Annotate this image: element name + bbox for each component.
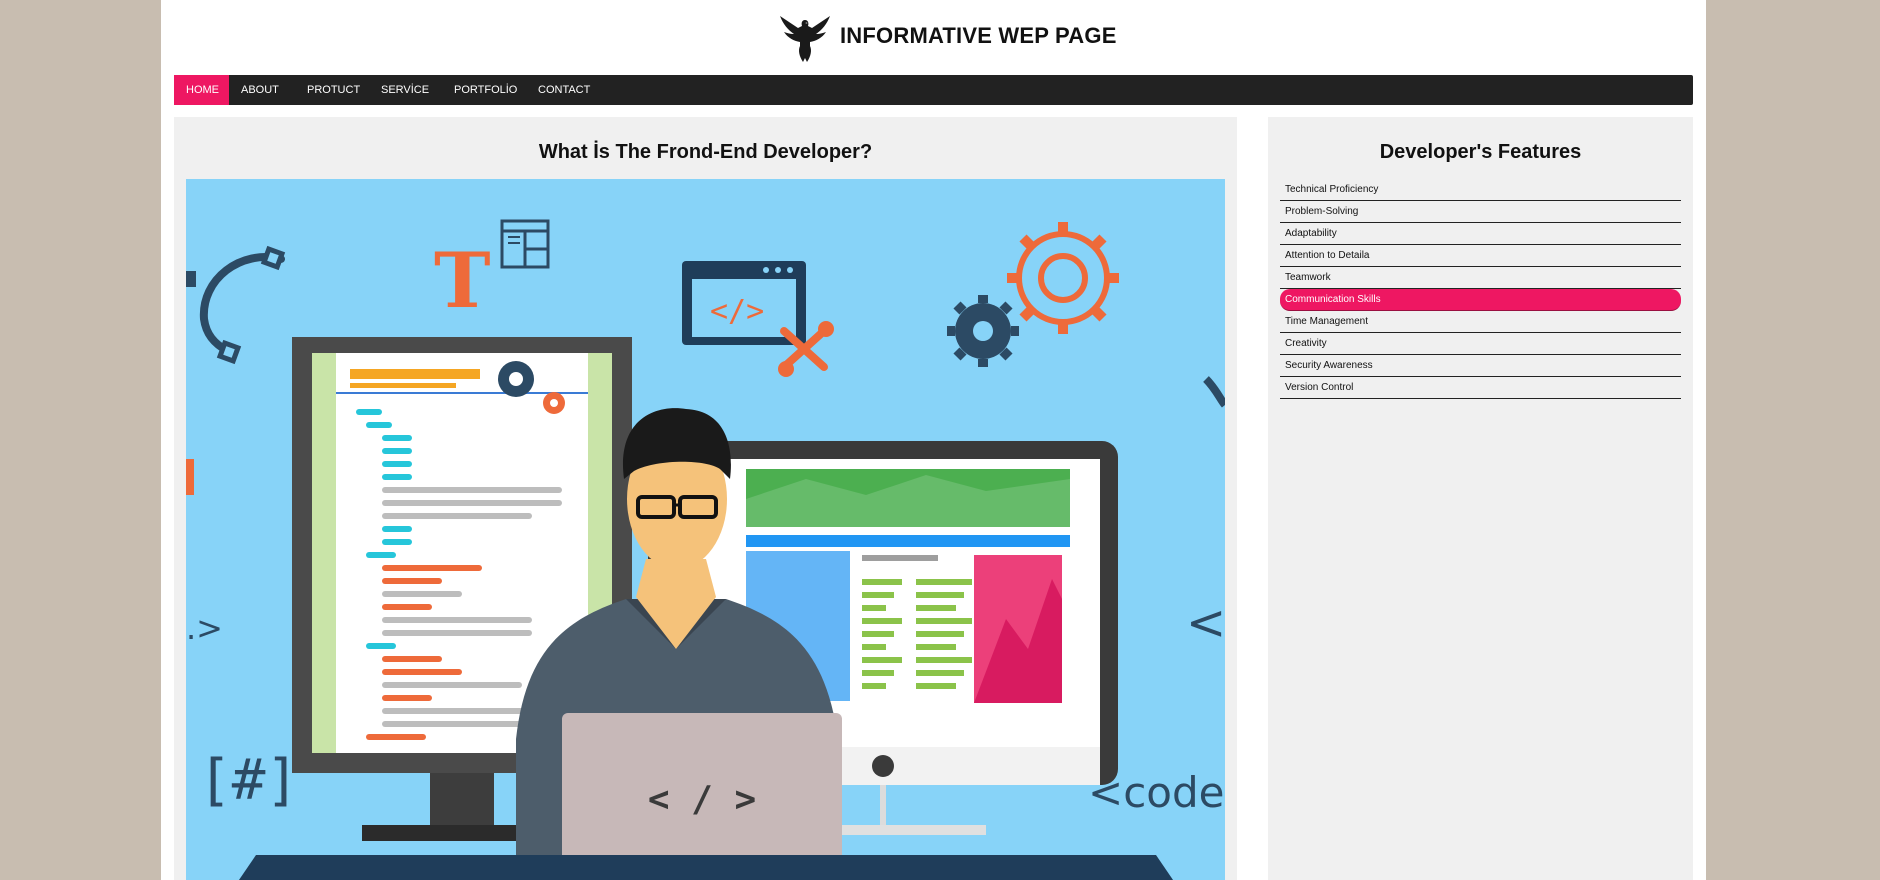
code-line xyxy=(382,591,462,597)
dashboard-line xyxy=(916,631,964,637)
dashboard-line xyxy=(916,605,956,611)
code-word-text: <code> xyxy=(1088,768,1225,817)
nav-item-home[interactable]: HOME xyxy=(174,75,229,105)
dashboard-line xyxy=(916,657,972,663)
code-line xyxy=(366,422,392,428)
code-line xyxy=(382,656,442,662)
feature-item[interactable]: Attention to Detaila xyxy=(1280,245,1681,267)
code-line xyxy=(382,539,412,545)
developer-illustration: T </> < / > [#] <code .> < xyxy=(186,179,1225,880)
orange-fragment xyxy=(186,459,194,495)
dashboard-line xyxy=(916,579,972,585)
feature-item[interactable]: Teamwork xyxy=(1280,267,1681,289)
dashboard-line xyxy=(916,670,964,676)
laptop: < / > xyxy=(562,713,842,875)
dashboard-line xyxy=(916,644,956,650)
left-fragment-text: .> xyxy=(186,609,223,647)
dashboard-line xyxy=(862,592,894,598)
dashboard-line xyxy=(862,618,902,624)
feature-item[interactable]: Problem-Solving xyxy=(1280,201,1681,223)
dashboard-line xyxy=(862,683,886,689)
code-tag-text: </> xyxy=(710,294,764,329)
feature-item[interactable]: Version Control xyxy=(1280,377,1681,399)
dashboard-line xyxy=(862,670,894,676)
gear-tiny-icon xyxy=(543,392,565,414)
code-line xyxy=(382,474,412,480)
code-line xyxy=(382,448,412,454)
code-line xyxy=(366,643,396,649)
feature-item[interactable]: Time Management xyxy=(1280,311,1681,333)
dashboard-line xyxy=(916,618,972,624)
article-title: What İs The Frond-End Developer? xyxy=(538,141,873,163)
dashboard-line xyxy=(916,683,956,689)
nav-item-service[interactable]: SERVİCE xyxy=(369,75,441,105)
code-line xyxy=(382,669,462,675)
code-line xyxy=(382,721,532,727)
code-line xyxy=(382,578,442,584)
dashboard-line xyxy=(862,631,894,637)
feature-item[interactable]: Adaptability xyxy=(1280,223,1681,245)
feature-item[interactable]: Technical Proficiency xyxy=(1280,179,1681,201)
code-line xyxy=(382,461,412,467)
right-fragment-text: < xyxy=(1186,595,1225,651)
code-line xyxy=(382,435,412,441)
site-header: INFORMATIVE WEP PAGE xyxy=(161,0,1706,75)
main-content: What İs The Frond-End Developer? T </> <… xyxy=(174,117,1237,880)
code-line xyxy=(366,552,396,558)
code-line xyxy=(382,565,482,571)
nav-item-contact[interactable]: CONTACT xyxy=(526,75,602,105)
feature-item[interactable]: Creativity xyxy=(1280,333,1681,355)
code-line xyxy=(382,526,412,532)
feature-item[interactable]: Security Awareness xyxy=(1280,355,1681,377)
code-line xyxy=(382,695,432,701)
t-letter: T xyxy=(434,236,491,325)
desk xyxy=(238,855,1174,880)
sidebar-title: Developer's Features xyxy=(1379,141,1582,163)
dashboard-line xyxy=(862,644,886,650)
code-line xyxy=(382,708,532,714)
nav-item-portfolio[interactable]: PORTFOLİO xyxy=(442,75,529,105)
code-line xyxy=(382,487,562,493)
dashboard-line xyxy=(862,605,886,611)
code-line xyxy=(366,734,426,740)
code-line xyxy=(382,604,432,610)
code-line xyxy=(382,513,532,519)
feature-item-active[interactable]: Communication Skills xyxy=(1280,289,1681,311)
hero-illustration: T </> < / > [#] <code .> < xyxy=(186,179,1225,880)
gear-small-icon xyxy=(498,361,534,397)
dashboard-line xyxy=(916,592,964,598)
site-title: INFORMATIVE WEP PAGE xyxy=(840,23,1117,48)
dashboard-line xyxy=(862,657,902,663)
eagle-logo-icon[interactable] xyxy=(778,12,832,64)
main-nav: HOME ABOUT PROTUCT SERVİCE PORTFOLİO CON… xyxy=(174,75,1693,105)
page: INFORMATIVE WEP PAGE HOME ABOUT PROTUCT … xyxy=(161,0,1706,880)
code-line xyxy=(382,500,562,506)
dashboard-line xyxy=(862,579,902,585)
gear-dark-icon xyxy=(947,295,1019,367)
hash-text: [#] xyxy=(198,748,299,813)
feature-list: Technical Proficiency Problem-Solving Ad… xyxy=(1280,179,1681,399)
code-line xyxy=(382,617,532,623)
nav-item-protuct[interactable]: PROTUCT xyxy=(295,75,372,105)
laptop-code-tag: < / > xyxy=(648,779,756,820)
sidebar: Developer's Features Technical Proficien… xyxy=(1268,117,1693,880)
code-line xyxy=(356,409,382,415)
nav-item-about[interactable]: ABOUT xyxy=(229,75,291,105)
code-line xyxy=(382,630,532,636)
code-line xyxy=(382,682,522,688)
